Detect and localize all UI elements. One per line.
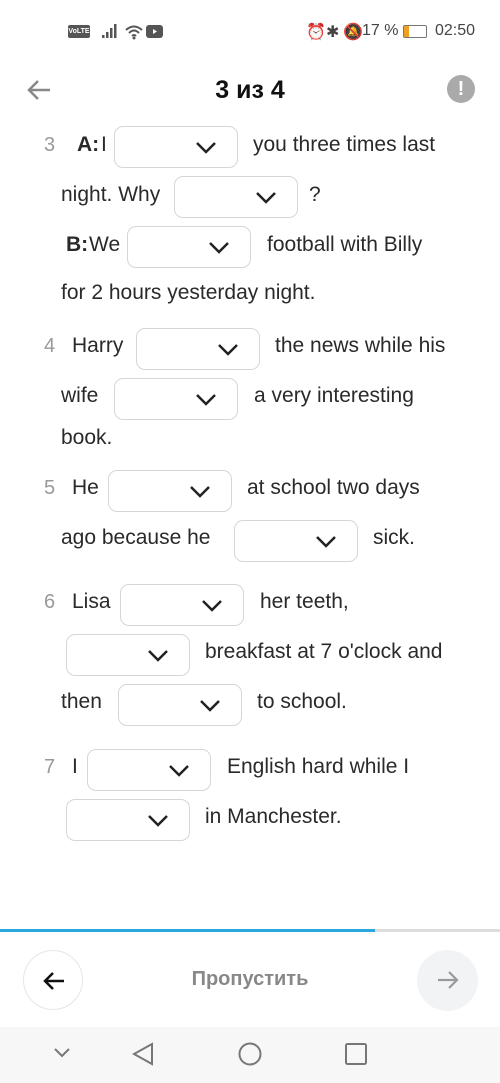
progress-bar [0,929,500,932]
text: football with Billy [267,233,423,256]
text: book. [61,426,113,449]
text: the news while his [275,334,446,357]
text: I [101,133,107,156]
question-number: 3 [44,134,56,156]
battery-percent: 17 % [362,22,399,39]
text: a very interesting [254,384,414,407]
text: I [72,755,78,778]
text: wife [61,384,99,407]
mute-icon: 🔕 [343,24,363,41]
text: Harry [72,334,124,357]
question-number: 4 [44,335,56,357]
next-button[interactable] [417,950,478,1011]
wifi-icon [125,25,143,40]
chevron-down-icon [256,192,276,204]
answer-dropdown[interactable] [87,749,211,791]
question-number: 6 [44,591,56,613]
answer-dropdown[interactable] [234,520,358,562]
answer-dropdown[interactable] [66,799,190,841]
answer-dropdown[interactable] [108,470,232,512]
question-number: 7 [44,756,56,778]
battery-icon [403,25,427,38]
answer-dropdown[interactable] [136,328,260,370]
chevron-down-icon [209,242,229,254]
text: then [61,690,102,713]
answer-dropdown[interactable] [174,176,298,218]
chevron-down-icon [200,700,220,712]
text: Lisa [72,590,111,613]
recents-square-icon[interactable] [345,1043,367,1065]
text: in Manchester. [205,805,342,828]
alarm-icon: ⏰ [306,24,326,41]
chevron-down-icon [196,394,216,406]
text: breakfast at 7 o'clock and [205,640,443,663]
back-triangle-icon[interactable] [132,1042,154,1066]
chevron-down-icon [148,650,168,662]
text: at school two days [247,476,420,499]
answer-dropdown[interactable] [118,684,242,726]
text: sick. [373,526,415,549]
volte-icon: VoLTE [68,25,90,38]
progress-fill [0,929,375,932]
answer-dropdown[interactable] [120,584,244,626]
arrow-right-icon [438,971,459,989]
youtube-icon [146,25,163,38]
answer-dropdown[interactable] [114,126,238,168]
report-icon[interactable]: ! [447,75,475,103]
chevron-down-icon [202,600,222,612]
text: He [72,476,99,499]
chevron-down-icon [190,486,210,498]
answer-dropdown[interactable] [66,634,190,676]
home-circle-icon[interactable] [238,1042,262,1066]
text: night. Why [61,183,161,206]
chevron-down-icon [148,815,168,827]
answer-dropdown[interactable] [127,226,251,268]
chevron-down-icon [196,142,216,154]
speaker-label: B: [66,233,89,256]
clock: 02:50 [435,22,476,39]
signal-icon [102,24,117,38]
text: for 2 hours yesterday night. [61,281,316,304]
text: to school. [257,690,347,713]
page-title: 3 из 4 [215,76,285,104]
answer-dropdown[interactable] [114,378,238,420]
bluetooth-icon: ✱ [326,24,340,41]
system-nav-bar [0,1027,500,1083]
text: We [89,233,121,256]
chevron-down-icon [169,765,189,777]
text: ? [309,183,321,206]
speaker-label: A: [77,133,100,156]
chevron-down-icon [218,344,238,356]
chevron-down-icon [316,536,336,548]
text: her teeth, [260,590,349,613]
text: English hard while I [227,755,410,778]
text: you three times last [253,133,436,156]
chevron-down-icon[interactable] [53,1047,71,1059]
text: ago because he [61,526,211,549]
question-number: 5 [44,477,56,499]
